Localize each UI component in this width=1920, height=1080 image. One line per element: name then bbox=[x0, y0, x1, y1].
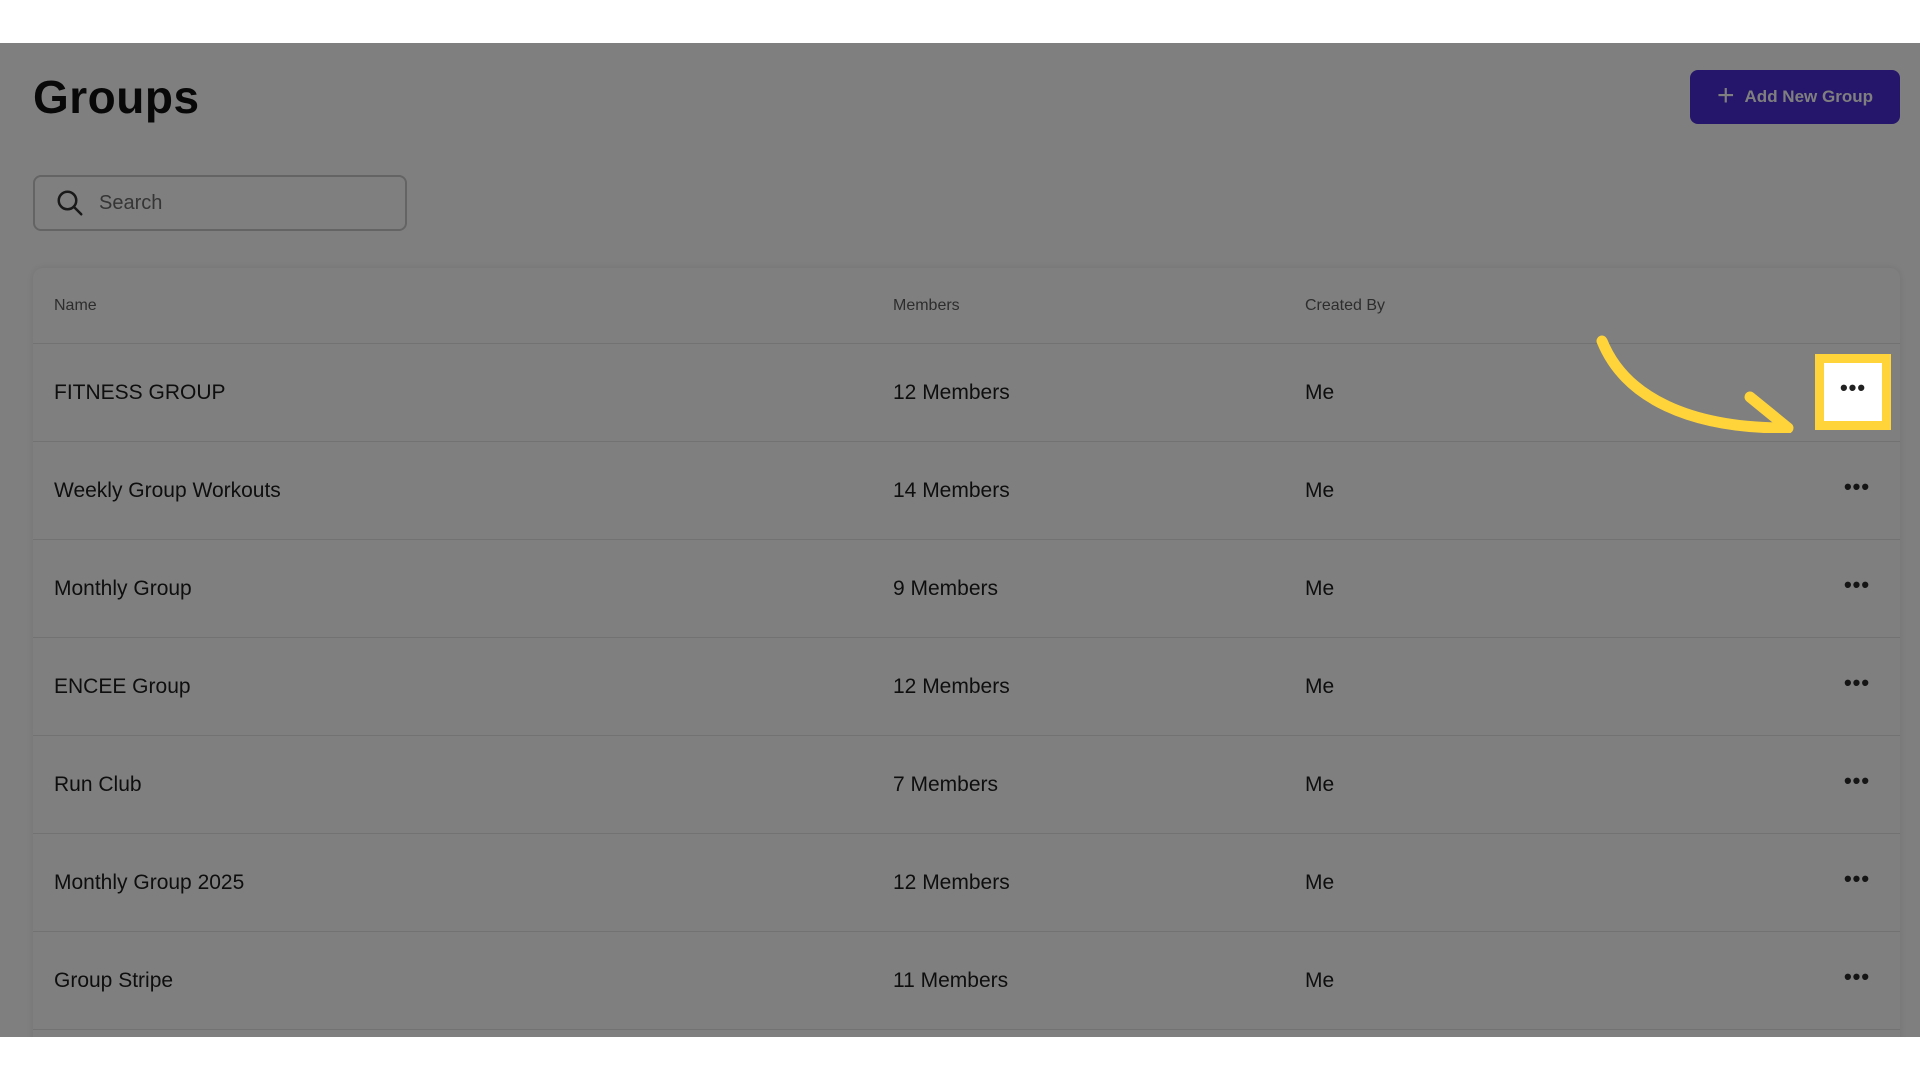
search-icon bbox=[57, 190, 83, 216]
group-members: 14 Members bbox=[893, 478, 1010, 502]
table-row[interactable]: Weekly Group Workouts 14 Members Me ••• bbox=[33, 442, 1900, 540]
group-name[interactable]: Weekly Group Workouts bbox=[54, 442, 281, 539]
table-row[interactable]: Run Club 7 Members Me ••• bbox=[33, 736, 1900, 834]
row-more-button[interactable]: ••• bbox=[1828, 461, 1886, 520]
more-horizontal-icon: ••• bbox=[1843, 767, 1871, 793]
groups-table: Name Members Created By FITNESS GROUP 12… bbox=[33, 268, 1900, 1037]
group-members: 12 Members bbox=[893, 674, 1010, 698]
group-created-by: Me bbox=[1305, 870, 1335, 894]
highlighted-row-more-button[interactable]: ••• bbox=[1815, 354, 1891, 430]
group-members: 9 Members bbox=[893, 576, 999, 600]
group-created-by: Me bbox=[1305, 576, 1335, 600]
search-box[interactable] bbox=[33, 175, 407, 231]
group-name[interactable]: Run Club bbox=[54, 736, 142, 833]
group-created-by: Me bbox=[1305, 772, 1335, 796]
group-created-by: Me bbox=[1305, 674, 1335, 698]
add-new-group-label: Add New Group bbox=[1744, 87, 1873, 106]
column-header-members[interactable]: Members bbox=[893, 268, 960, 343]
row-more-button[interactable]: ••• bbox=[1828, 951, 1886, 1010]
column-header-name[interactable]: Name bbox=[54, 268, 97, 343]
table-row[interactable]: ENCEE Group 12 Members Me ••• bbox=[33, 638, 1900, 736]
table-row[interactable]: Monthly Group 2025 12 Members Me ••• bbox=[33, 834, 1900, 932]
group-name[interactable]: FITNESS GROUP bbox=[54, 344, 226, 441]
group-name[interactable]: ENCEE Group bbox=[54, 638, 191, 735]
group-name[interactable]: Group Stripe bbox=[54, 932, 173, 1029]
search-input[interactable] bbox=[97, 190, 381, 216]
table-row[interactable]: Group Stripe 11 Members Me ••• bbox=[33, 932, 1900, 1030]
bottom-margin-bar bbox=[0, 1037, 1920, 1080]
more-horizontal-icon: ••• bbox=[1843, 963, 1871, 989]
group-members: 7 Members bbox=[893, 772, 999, 796]
group-created-by: Me bbox=[1305, 478, 1335, 502]
column-header-created-by[interactable]: Created By bbox=[1305, 268, 1385, 343]
table-row[interactable]: Monthly Group 9 Members Me ••• bbox=[33, 540, 1900, 638]
more-horizontal-icon: ••• bbox=[1843, 669, 1871, 695]
more-horizontal-icon: ••• bbox=[1843, 865, 1871, 891]
groups-page: Groups + Add New Group Name Members Crea… bbox=[0, 43, 1920, 1037]
group-members: 12 Members bbox=[893, 870, 1010, 894]
table-header: Name Members Created By bbox=[33, 268, 1900, 344]
group-created-by: Me bbox=[1305, 380, 1335, 404]
group-name[interactable]: Monthly Group bbox=[54, 540, 192, 637]
row-more-button[interactable]: ••• bbox=[1828, 559, 1886, 618]
group-members: 11 Members bbox=[893, 968, 1009, 992]
more-horizontal-icon: ••• bbox=[1839, 375, 1867, 400]
row-more-button[interactable]: ••• bbox=[1828, 853, 1886, 912]
row-more-button[interactable]: ••• bbox=[1828, 657, 1886, 716]
add-new-group-button[interactable]: + Add New Group bbox=[1690, 70, 1900, 124]
plus-icon: + bbox=[1717, 78, 1735, 112]
page-title: Groups bbox=[33, 71, 200, 123]
group-name[interactable]: Monthly Group 2025 bbox=[54, 834, 244, 931]
group-created-by: Me bbox=[1305, 968, 1335, 992]
top-margin-bar bbox=[0, 0, 1920, 43]
row-more-button[interactable]: ••• bbox=[1828, 755, 1886, 814]
more-horizontal-icon: ••• bbox=[1843, 473, 1871, 499]
group-members: 12 Members bbox=[893, 380, 1010, 404]
more-horizontal-icon: ••• bbox=[1843, 571, 1871, 597]
table-row[interactable]: FITNESS GROUP 12 Members Me ••• bbox=[33, 344, 1900, 442]
